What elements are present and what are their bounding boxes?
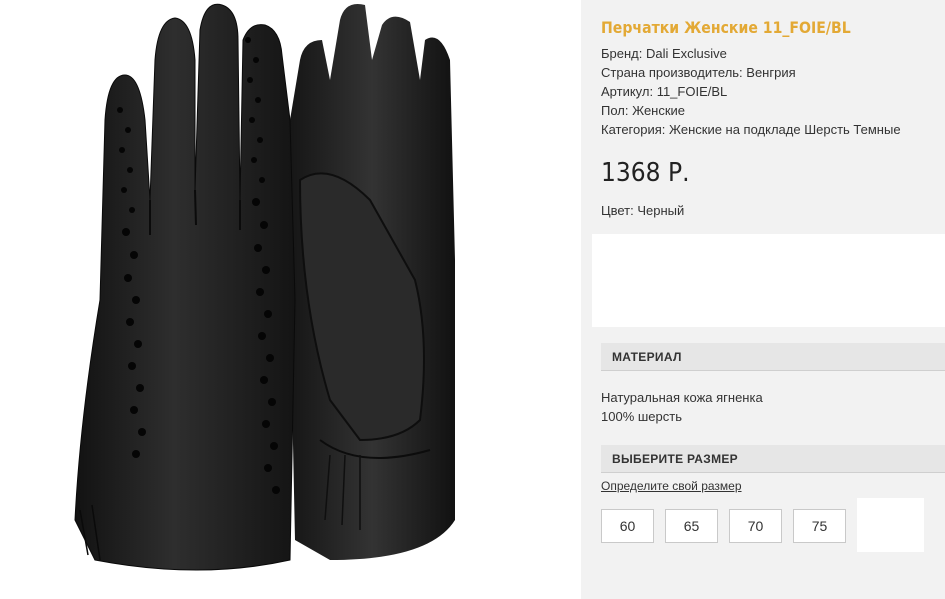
- category-text: Категория: Женские на подкладе Шерсть Те…: [601, 122, 901, 137]
- material-line-1: Натуральная кожа ягненка: [601, 390, 763, 405]
- material-description: Натуральная кожа ягненка 100% шерсть: [601, 388, 763, 426]
- product-color: Цвет: Черный: [601, 203, 685, 218]
- gender-text: Пол: Женские: [601, 103, 686, 118]
- country-text: Страна производитель: Венгрия: [601, 65, 796, 80]
- size-option-65[interactable]: 65: [665, 509, 718, 543]
- size-header: ВЫБЕРИТЕ РАЗМЕР: [601, 445, 945, 473]
- brand-text: Бренд: Dali Exclusive: [601, 46, 727, 61]
- size-guide-link[interactable]: Определите свой размер: [601, 479, 742, 493]
- product-attributes: Бренд: Dali Exclusive Страна производите…: [601, 44, 901, 139]
- material-line-2: 100% шерсть: [601, 409, 682, 424]
- gloves-illustration: [74, 3, 455, 571]
- material-header: МАТЕРИАЛ: [601, 343, 945, 371]
- size-option-60[interactable]: 60: [601, 509, 654, 543]
- article-text: Артикул: 11_FOIE/BL: [601, 84, 728, 99]
- product-image: [0, 0, 581, 599]
- right-glove: [290, 4, 455, 560]
- size-option-70[interactable]: 70: [729, 509, 782, 543]
- product-info-panel: Перчатки Женские 11_FOIE/BL Бренд: Dali …: [581, 0, 945, 599]
- size-option-75[interactable]: 75: [793, 509, 846, 543]
- blank-panel: [857, 498, 924, 552]
- product-price: 1368 Р.: [601, 158, 690, 188]
- color-swatch-area: [592, 234, 945, 327]
- product-title: Перчатки Женские 11_FOIE/BL: [601, 18, 851, 37]
- left-glove: [74, 3, 296, 571]
